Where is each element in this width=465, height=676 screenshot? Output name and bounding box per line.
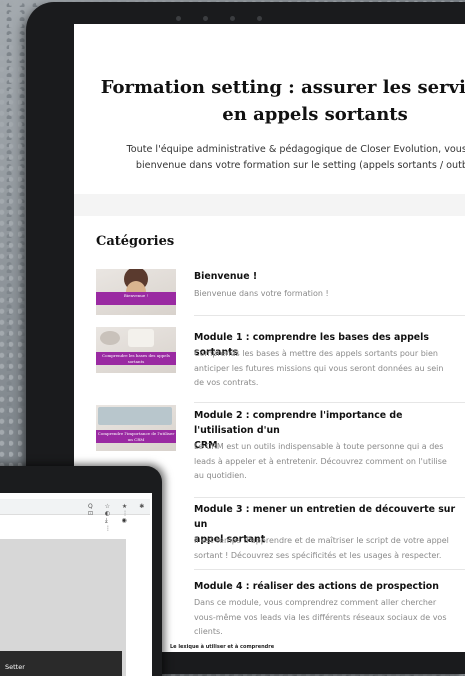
- page-title-line2: en appels sortants: [222, 104, 408, 125]
- tablet-camera-bar: [176, 12, 336, 24]
- description-line: au quotidien.: [194, 471, 247, 480]
- description-line: clients.: [194, 627, 223, 636]
- camera-dot: [230, 15, 235, 21]
- description-line: Dans ce module, vous comprendrez comment…: [194, 598, 437, 607]
- category-title[interactable]: Module 4 : réaliser des actions de prosp…: [194, 579, 456, 594]
- laptop-screen: Q ☆ ★ ✱ ⊡ ◐ ⋮ ⤓ ◉ ⋮ Setter: [0, 493, 152, 676]
- description-line: Il est temps d'apprendre et de maîtriser…: [194, 536, 449, 545]
- description-line: anticiper les futures missions qui vous …: [194, 363, 444, 373]
- page-title: Formation setting : assurer les services…: [100, 74, 465, 128]
- category-thumbnail[interactable]: Comprendre l'importance de l'utiliser un…: [96, 405, 176, 451]
- page-subtitle: Toute l'équipe administrative & pédagogi…: [114, 142, 465, 174]
- setter-label: Setter: [5, 663, 25, 671]
- description-line: Bienvenue dans votre formation !: [194, 289, 329, 298]
- thumbnail-banner: Comprendre l'importance de l'utiliser un…: [96, 430, 176, 443]
- hero-section: Formation setting : assurer les services…: [74, 24, 465, 194]
- category-description: Comprends les bases à mettre des appels …: [194, 347, 456, 391]
- category-description: Bienvenue dans votre formation !: [194, 287, 456, 302]
- divider: [194, 497, 465, 498]
- description-line: Le CRM est un outils indispensable à tou…: [194, 442, 444, 451]
- description-line: vous-même vos leads via les différents r…: [194, 612, 447, 622]
- divider: [194, 402, 465, 403]
- page-title-line1: Formation setting : assurer les services…: [100, 77, 465, 98]
- browser-extension-icons[interactable]: ⤓ ◉ ⋮: [105, 517, 152, 532]
- thumbnail-banner: Comprendre les bases des appels sortants: [96, 352, 176, 365]
- camera-dot: [203, 15, 208, 21]
- category-description: Le CRM est un outils indispensable à tou…: [194, 440, 456, 484]
- categories-heading: Catégories: [96, 234, 175, 249]
- next-category-label[interactable]: Le lexique à utiliser et à comprendre: [170, 644, 274, 650]
- hand-photo-shape: [100, 331, 120, 345]
- camera-dot: [257, 15, 262, 21]
- category-thumbnail[interactable]: Comprendre les bases des appels sortants: [96, 327, 176, 373]
- section-divider-band: [74, 194, 465, 216]
- category-item-bienvenue[interactable]: Bienvenue ! Bienvenue ! Bienvenue dans v…: [96, 269, 465, 329]
- browser-toolbar-icons[interactable]: Q ☆ ★ ✱ ⊡ ◐ ⋮: [88, 503, 152, 517]
- thumbnail-banner: Bienvenue !: [96, 292, 176, 305]
- laptop-device: Q ☆ ★ ✱ ⊡ ◐ ⋮ ⤓ ◉ ⋮ Setter: [0, 466, 162, 676]
- description-line: sortant ! Découvrez ses spécificités et …: [194, 550, 442, 560]
- description-line: de vos contrats.: [194, 378, 259, 387]
- category-title[interactable]: Bienvenue !: [194, 269, 456, 284]
- category-description: Dans ce module, vous comprendrez comment…: [194, 596, 456, 640]
- description-line: Comprends les bases à mettre des appels …: [194, 349, 438, 358]
- screen-photo-shape: [98, 407, 172, 425]
- divider: [194, 569, 465, 570]
- description-line: leads à appeler et à entretenir. Découvr…: [194, 456, 447, 466]
- category-description: Il est temps d'apprendre et de maîtriser…: [194, 534, 456, 563]
- page-subtitle-line1: Toute l'équipe administrative & pédagogi…: [126, 144, 465, 155]
- divider: [194, 315, 465, 316]
- page-subtitle-line2: bienvenue dans votre formation sur le se…: [135, 160, 465, 171]
- category-title-line: Module 3 : mener un entretien de découve…: [194, 504, 456, 530]
- category-title-line: Module 2 : comprendre l'importance de l'…: [194, 410, 403, 436]
- category-item-module-1[interactable]: Comprendre les bases des appels sortants…: [96, 327, 465, 407]
- category-thumbnail[interactable]: Bienvenue !: [96, 269, 176, 315]
- camera-dot: [176, 15, 181, 21]
- notebook-photo-shape: [128, 329, 154, 347]
